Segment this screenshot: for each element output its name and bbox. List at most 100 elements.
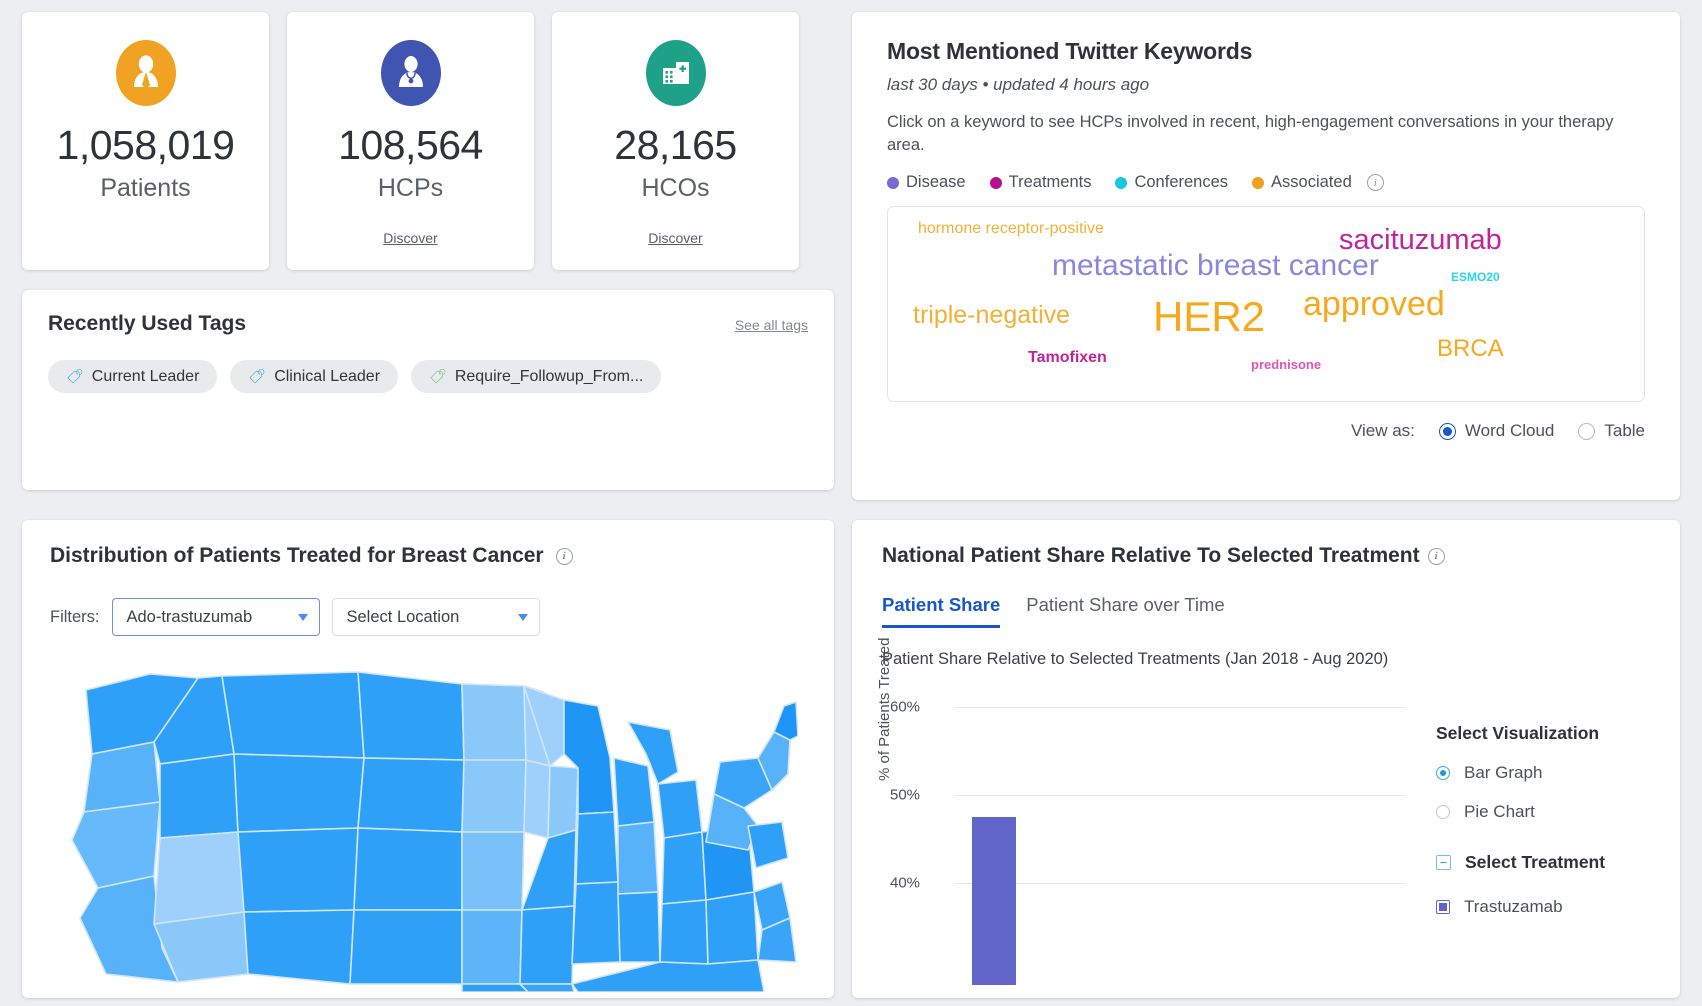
view-as-label: View as: (1350, 421, 1415, 441)
keyword-legend: Disease Treatments Conferences Associate… (887, 173, 1645, 192)
panel-title: National Patient Share Relative To Selec… (882, 544, 1650, 568)
viz-option-pie-chart[interactable]: Pie Chart (1436, 802, 1650, 822)
legend-label: Associated (1271, 173, 1352, 192)
info-icon[interactable]: i (1427, 547, 1445, 565)
chart-subtitle: Patient Share Relative to Selected Treat… (882, 650, 1389, 668)
patient-distribution-card: Distribution of Patients Treated for Bre… (22, 520, 834, 998)
stat-label: Patients (100, 174, 191, 203)
chevron-down-icon (517, 613, 528, 621)
filters-label: Filters: (50, 607, 100, 626)
location-select[interactable]: Select Location (331, 598, 540, 636)
color-swatch-icon (1436, 900, 1450, 914)
select-visualization-header: Select Visualization (1436, 723, 1600, 743)
discover-link[interactable]: Discover (648, 230, 702, 246)
keyword-sacituzumab[interactable]: sacituzumab (1339, 224, 1502, 257)
recently-used-tags-card: Recently Used Tags See all tags 🏷 Curren… (22, 290, 834, 490)
legend-item-conferences[interactable]: Conferences (1115, 173, 1228, 192)
radio-icon[interactable] (1436, 766, 1450, 780)
viz-option-bar-graph[interactable]: Bar Graph (1436, 763, 1650, 783)
legend-dot-icon (1252, 176, 1265, 189)
stat-value: 1,058,019 (56, 122, 235, 168)
y-axis-tick: 50% (890, 786, 921, 804)
treatment-item-trastuzamab[interactable]: Trastuzamab (1436, 897, 1650, 917)
keyword-approved[interactable]: approved (1303, 285, 1445, 324)
patient-avatar-icon (115, 40, 176, 106)
select-treatment-bold: Treatment (1521, 852, 1606, 872)
tag-label: Require_Followup_From... (454, 367, 644, 385)
keyword-brca[interactable]: BRCA (1437, 335, 1504, 363)
tag-icon: 🏷 (66, 368, 84, 384)
view-option-table[interactable]: Table (1578, 421, 1645, 441)
select-treatment-header[interactable]: − Select Treatment (1436, 852, 1650, 873)
keyword-prednisone[interactable]: prednisone (1251, 357, 1321, 372)
page-title: Recently Used Tags (48, 312, 247, 335)
y-axis-tick: 60% (890, 698, 921, 716)
stat-value: 28,165 (614, 122, 737, 168)
radio-icon[interactable] (1578, 422, 1596, 440)
viz-option-label: Pie Chart (1464, 802, 1535, 821)
panel-title-text: Distribution of Patients Treated for Bre… (50, 544, 544, 567)
us-choropleth-map[interactable] (50, 662, 806, 992)
list-item[interactable]: 🏷 Current Leader (48, 360, 218, 393)
tag-label: Clinical Leader (274, 367, 381, 385)
chart-options-sidebar: Select Visualization Bar Graph Pie Chart… (1418, 685, 1650, 985)
view-as-controls: View as: Word Cloud Table (887, 421, 1645, 441)
treatment-label: Trastuzamab (1464, 897, 1563, 916)
legend-item-treatments[interactable]: Treatments (989, 173, 1091, 192)
keyword-esmo20[interactable]: ESMO20 (1451, 270, 1500, 284)
panel-title-text: National Patient Share Relative To Selec… (882, 544, 1420, 567)
radio-icon[interactable] (1436, 805, 1450, 819)
panel-title: Distribution of Patients Treated for Bre… (50, 544, 806, 568)
treatment-select-value: Ado-trastuzumab (126, 607, 253, 626)
legend-dot-icon (1115, 176, 1128, 189)
list-item[interactable]: 🏷 Require_Followup_From... (411, 360, 662, 393)
location-select-value: Select Location (346, 607, 460, 626)
view-option-label: Word Cloud (1464, 421, 1555, 441)
legend-item-disease[interactable]: Disease (887, 173, 966, 192)
tag-label: Current Leader (91, 367, 200, 385)
chevron-down-icon (297, 613, 308, 621)
list-item[interactable]: 🏷 Clinical Leader (230, 360, 399, 393)
legend-label: Conferences (1134, 173, 1229, 192)
radio-icon[interactable] (1438, 422, 1456, 440)
national-patient-share-card: National Patient Share Relative To Selec… (852, 520, 1680, 998)
chart-plot-area: % of Patients Treated 60% 50% 40% (876, 638, 1418, 985)
view-option-word-cloud[interactable]: Word Cloud (1438, 421, 1555, 441)
keyword-metastatic-breast-cancer[interactable]: metastatic breast cancer (1052, 249, 1379, 283)
treatment-select[interactable]: Ado-trastuzumab (111, 598, 320, 636)
doctor-icon (380, 40, 441, 106)
hospital-icon (645, 40, 706, 106)
see-all-tags-link[interactable]: See all tags (735, 317, 808, 333)
legend-item-associated[interactable]: Associated (1252, 173, 1352, 192)
twitter-keywords-card: Most Mentioned Twitter Keywords last 30 … (852, 12, 1680, 500)
bar-trastuzamab[interactable] (972, 817, 1016, 985)
word-cloud: hormone receptor-positive metastatic bre… (887, 206, 1645, 403)
info-icon[interactable]: i (555, 547, 573, 565)
select-treatment-label: Select Treatment (1465, 852, 1605, 873)
minus-icon[interactable]: − (1436, 855, 1451, 870)
keyword-hormone-receptor-positive[interactable]: hormone receptor-positive (918, 220, 1104, 238)
twitter-subtitle: last 30 days • updated 4 hours ago (887, 75, 1150, 94)
discover-link[interactable]: Discover (383, 230, 437, 246)
tab-patient-share-over-time[interactable]: Patient Share over Time (1026, 594, 1224, 628)
stat-cards-row: 1,058,019 Patients 108,564 HCPs Discover (22, 12, 799, 270)
keyword-triple-negative[interactable]: triple-negative (913, 301, 1070, 330)
patient-share-chart: % of Patients Treated 60% 50% 40% Select… (876, 638, 1650, 985)
tag-icon: 🏷 (429, 368, 447, 384)
viz-option-label: Bar Graph (1464, 763, 1543, 782)
stat-card-hcos: 28,165 HCOs Discover (552, 12, 799, 270)
stat-label: HCPs (377, 174, 444, 203)
view-option-label: Table (1604, 421, 1645, 441)
keyword-tamofixen[interactable]: Tamofixen (1028, 349, 1107, 367)
stat-value: 108,564 (338, 122, 483, 168)
tags-list: 🏷 Current Leader 🏷 Clinical Leader 🏷 Req… (48, 360, 808, 393)
info-icon[interactable]: i (1366, 174, 1384, 192)
stat-card-patients: 1,058,019 Patients (22, 12, 269, 270)
page-title: Most Mentioned Twitter Keywords (887, 38, 1253, 64)
tab-patient-share[interactable]: Patient Share (882, 594, 1001, 628)
gridline (954, 883, 1406, 884)
keyword-her2[interactable]: HER2 (1153, 293, 1265, 341)
gridline (954, 795, 1406, 796)
legend-dot-icon (989, 176, 1002, 189)
gridline (954, 707, 1406, 708)
